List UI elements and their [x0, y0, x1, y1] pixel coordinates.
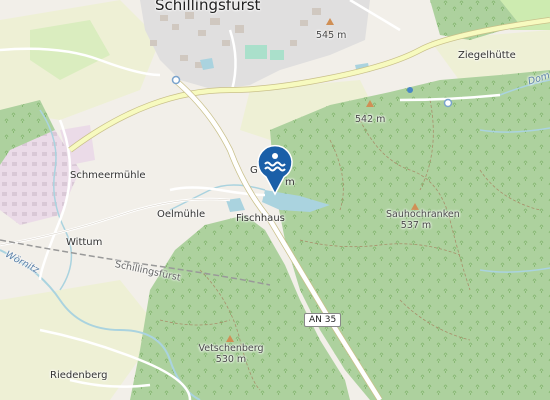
peak-elevation: 530 m [215, 353, 247, 365]
sports-field [245, 45, 267, 59]
location-marker[interactable] [255, 144, 295, 196]
place-label-oelmuehle: Oelmühle [157, 209, 206, 220]
poi-dot-icon [407, 87, 413, 93]
peak-label-sauhochranken: Sauhochranken 537 m [386, 209, 460, 232]
swimming-water-icon [257, 144, 293, 196]
town-label: Schillingsfürst [155, 0, 261, 14]
poi-dot-icon [443, 98, 453, 108]
peak-label-vetschenberg: Vetschenberg 530 m [195, 343, 267, 366]
peak-elevation: 537 m [400, 219, 432, 231]
peak-label-545: 545 m [316, 30, 347, 41]
place-label-riedenberg: Riedenberg [50, 370, 108, 381]
place-label-schmeermuehle: Schmeermühle [70, 170, 146, 181]
sports-field [270, 50, 284, 60]
place-label-wittum: Wittum [66, 237, 103, 248]
peak-label-542: 542 m [355, 114, 386, 125]
place-label-fischhaus: Fischhaus [236, 213, 285, 224]
place-label-ziegelhuette: Ziegelhütte [458, 50, 516, 61]
road-shield-an35: AN 35 [304, 313, 342, 327]
roundabout-icon [171, 75, 181, 85]
